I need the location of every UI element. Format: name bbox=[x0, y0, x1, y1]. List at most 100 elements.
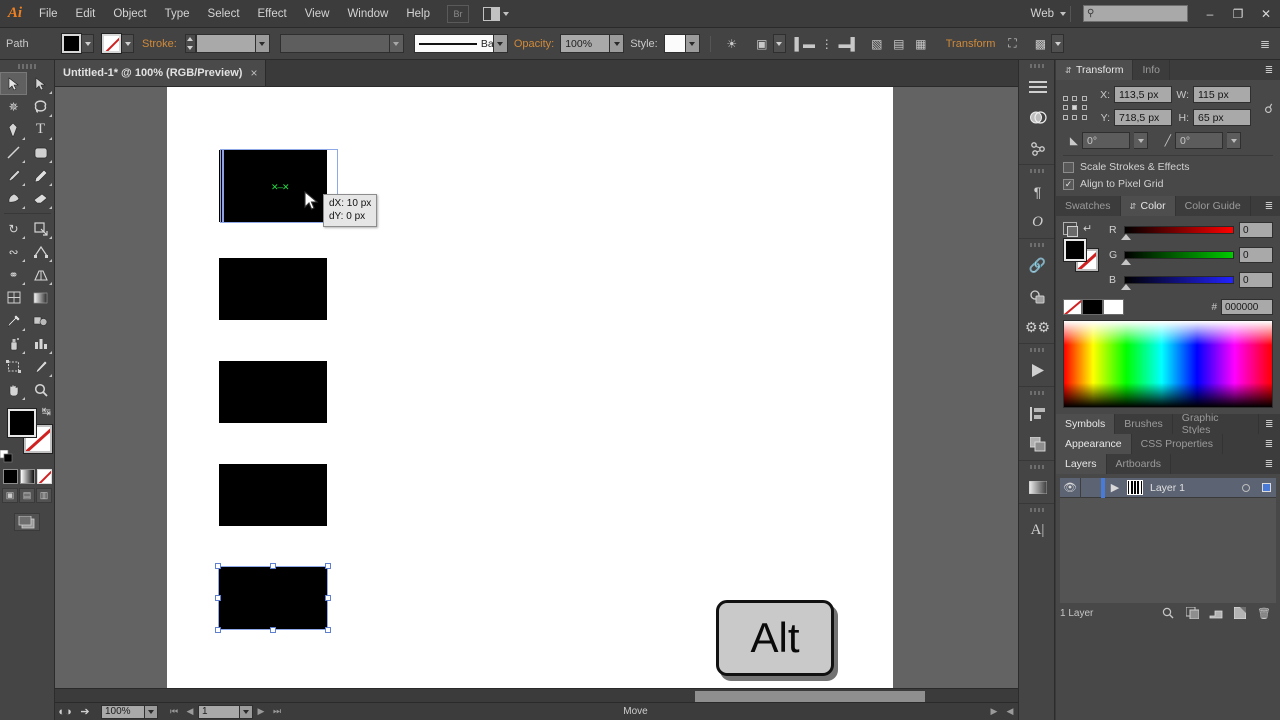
menu-view[interactable]: View bbox=[296, 0, 339, 28]
new-sublayer-icon[interactable] bbox=[1204, 603, 1228, 623]
dock-grip-7[interactable] bbox=[1019, 504, 1054, 515]
tab-swatches[interactable]: Swatches bbox=[1056, 196, 1121, 216]
fill-swatch[interactable] bbox=[61, 33, 82, 54]
menu-type[interactable]: Type bbox=[156, 0, 199, 28]
workspace-chevron-down-icon[interactable] bbox=[1060, 11, 1066, 16]
align-pixel-grid-row[interactable]: ✓ Align to Pixel Grid bbox=[1063, 178, 1273, 190]
slider-g-value[interactable]: 0 bbox=[1239, 247, 1273, 263]
lasso-tool[interactable] bbox=[27, 95, 54, 118]
dock-grip-5[interactable] bbox=[1019, 387, 1054, 398]
slider-r-track[interactable] bbox=[1121, 226, 1234, 240]
default-fill-stroke-icon[interactable] bbox=[0, 449, 13, 463]
menu-lines-icon[interactable] bbox=[1019, 71, 1056, 102]
color-white-swatch[interactable] bbox=[1103, 299, 1124, 315]
align-right-icon[interactable]: ▬▌ bbox=[838, 33, 860, 55]
gradient-icon[interactable] bbox=[1019, 472, 1056, 503]
perspective-grid-tool[interactable] bbox=[27, 263, 54, 286]
transform-shear-input[interactable]: 0° bbox=[1175, 132, 1223, 149]
symbols-link-icon[interactable] bbox=[1019, 133, 1056, 164]
menu-effect[interactable]: Effect bbox=[249, 0, 296, 28]
envelope-distort-icon[interactable]: ⛶ bbox=[1001, 33, 1023, 55]
dock-grip-6[interactable] bbox=[1019, 461, 1054, 472]
tab-color[interactable]: ⇵ Color bbox=[1120, 196, 1176, 216]
rect-5-handle-tl[interactable] bbox=[215, 563, 221, 569]
menu-window[interactable]: Window bbox=[338, 0, 397, 28]
dock-grip[interactable] bbox=[1019, 60, 1054, 71]
tab-layers[interactable]: Layers bbox=[1056, 454, 1107, 474]
gradient-tool[interactable] bbox=[27, 286, 54, 309]
tab-symbols[interactable]: Symbols bbox=[1056, 414, 1116, 434]
canvas-area[interactable]: ✕—✕ dX: 10 px dY: 0 px Alt bbox=[55, 87, 1018, 702]
column-graph-tool[interactable] bbox=[27, 332, 54, 355]
toolbar-fill-swatch[interactable] bbox=[7, 408, 37, 438]
width-tool[interactable]: ∾ bbox=[0, 240, 27, 263]
bridge-icon[interactable]: Br bbox=[447, 4, 469, 23]
rect-5-handle-br[interactable] bbox=[325, 627, 331, 633]
tab-appearance[interactable]: Appearance bbox=[1056, 434, 1132, 454]
rect-5-handle-tr[interactable] bbox=[325, 563, 331, 569]
change-screen-mode-icon[interactable] bbox=[14, 513, 40, 531]
menu-help[interactable]: Help bbox=[397, 0, 439, 28]
tab-color-guide[interactable]: Color Guide bbox=[1175, 196, 1251, 216]
color-mode-solid[interactable] bbox=[2, 469, 18, 484]
pen-tool[interactable] bbox=[0, 118, 27, 141]
align-pixel-grid-checkbox[interactable]: ✓ bbox=[1063, 178, 1074, 190]
transparency-icon[interactable] bbox=[1019, 102, 1056, 133]
symbol-sprayer-tool[interactable] bbox=[0, 332, 27, 355]
transform-link[interactable]: Transform bbox=[940, 38, 1002, 50]
artboard-number-input[interactable]: 1 bbox=[198, 704, 240, 719]
links-icon[interactable]: 🔗 bbox=[1019, 250, 1056, 281]
align-icon[interactable] bbox=[1019, 398, 1056, 429]
transform-rotate-dropdown[interactable] bbox=[1134, 132, 1148, 149]
brush-dropdown[interactable] bbox=[493, 34, 508, 53]
make-mask-icon[interactable] bbox=[1180, 603, 1204, 623]
style-label[interactable]: Style: bbox=[630, 38, 658, 50]
opacity-dropdown[interactable] bbox=[610, 34, 625, 53]
table-row[interactable]: 👁 ▶ Layer 1 bbox=[1060, 477, 1276, 498]
transform-h-input[interactable]: 65 px bbox=[1193, 109, 1251, 126]
color-mode-gradient[interactable] bbox=[19, 469, 35, 484]
rect-3[interactable] bbox=[219, 361, 327, 423]
color-mode-none[interactable] bbox=[36, 469, 52, 484]
rect-5-handle-bc[interactable] bbox=[270, 627, 276, 633]
constrain-proportions-icon[interactable]: ☌ bbox=[1264, 101, 1273, 117]
transform-y-input[interactable]: 718,5 px bbox=[1114, 109, 1172, 126]
draw-behind-mode[interactable]: ▤ bbox=[19, 488, 35, 503]
color-spectrum-ramp[interactable] bbox=[1063, 320, 1273, 408]
search-input[interactable]: ⚲ bbox=[1083, 5, 1188, 22]
transform-x-input[interactable]: 113,5 px bbox=[1114, 86, 1172, 103]
rect-5-handle-ml[interactable] bbox=[215, 595, 221, 601]
line-segment-tool[interactable] bbox=[0, 141, 27, 164]
stroke-weight-input[interactable] bbox=[195, 34, 256, 53]
tools-panel-grip[interactable] bbox=[0, 60, 54, 72]
brush-definition[interactable]: Basic bbox=[413, 34, 507, 53]
tab-transform[interactable]: ⇵ Transform bbox=[1056, 60, 1134, 80]
stroke-weight-dropdown[interactable] bbox=[255, 34, 270, 53]
paragraph-icon[interactable]: ¶ bbox=[1019, 176, 1056, 207]
stroke-weight-stepper[interactable] bbox=[184, 34, 196, 53]
document-info-icon[interactable] bbox=[1019, 281, 1056, 312]
color-black-swatch[interactable] bbox=[1082, 299, 1103, 315]
rect-4[interactable] bbox=[219, 464, 327, 526]
free-transform-tool[interactable] bbox=[27, 240, 54, 263]
recolor-artwork-icon[interactable]: ☀ bbox=[721, 33, 743, 55]
color-swap-icon[interactable]: ↵ bbox=[1083, 222, 1092, 235]
slider-b-track[interactable] bbox=[1121, 276, 1234, 290]
pathfinder-icon[interactable] bbox=[1019, 429, 1056, 460]
dock-grip-3[interactable] bbox=[1019, 239, 1054, 250]
shape-builder-tool[interactable]: ⚭ bbox=[0, 263, 27, 286]
rect-5-handle-tc[interactable] bbox=[270, 563, 276, 569]
menu-select[interactable]: Select bbox=[199, 0, 249, 28]
zoom-level-input[interactable]: 100% bbox=[101, 704, 145, 719]
rotate-tool[interactable]: ↻ bbox=[0, 217, 27, 240]
close-button[interactable]: ✕ bbox=[1252, 0, 1280, 28]
hex-input[interactable]: 000000 bbox=[1221, 299, 1273, 315]
stroke-profile-dropdown[interactable] bbox=[389, 34, 404, 53]
align-middle-v-icon[interactable]: ▤ bbox=[888, 33, 910, 55]
layers-panel-menu-icon[interactable]: ≣ bbox=[1258, 454, 1280, 474]
layer-target-icon[interactable] bbox=[1236, 478, 1256, 498]
slider-g-track[interactable] bbox=[1121, 251, 1234, 265]
style-dropdown[interactable] bbox=[685, 34, 700, 53]
tab-graphic-styles[interactable]: Graphic Styles bbox=[1172, 412, 1259, 436]
eraser-tool[interactable] bbox=[27, 187, 54, 210]
